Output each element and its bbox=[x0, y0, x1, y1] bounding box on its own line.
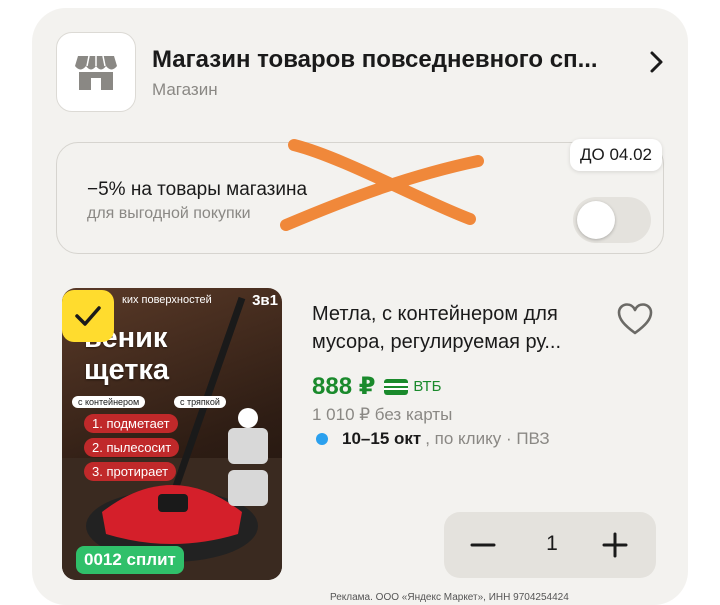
price-without-card: 1 010 ₽ без карты bbox=[312, 405, 453, 424]
image-pill-cloth: с тряпкой bbox=[174, 396, 226, 408]
price-row: 888 ₽ ВТБ bbox=[312, 372, 441, 401]
store-type: Магазин bbox=[152, 80, 218, 99]
chevron-right-icon[interactable] bbox=[647, 48, 667, 76]
split-badge: 0012 сплит bbox=[76, 546, 184, 574]
image-caption-top: ких поверхностей bbox=[122, 294, 212, 306]
quantity-value: 1 bbox=[546, 532, 558, 555]
store-title[interactable]: Магазин товаров повседневного сп... bbox=[152, 46, 642, 74]
promo-subtitle: для выгодной покупки bbox=[87, 205, 251, 222]
card-icon bbox=[384, 378, 409, 395]
date-badge: ДО 04.02 bbox=[570, 139, 663, 171]
ad-disclaimer: Реклама. ООО «Яндекс Маркет», ИНН 970425… bbox=[330, 592, 569, 603]
product-title[interactable]: Метла, с контейнером для мусора, регулир… bbox=[312, 300, 612, 356]
image-pill-container: с контейнером bbox=[72, 396, 146, 408]
image-caption-3in1: 3в1 bbox=[252, 292, 278, 309]
quantity-stepper: 1 bbox=[444, 512, 656, 578]
product-price: 888 ₽ bbox=[312, 373, 376, 400]
image-feature-1: 1. подметает bbox=[84, 414, 178, 433]
delivery-info: 10–15 окт , по клику · ПВЗ bbox=[316, 429, 550, 449]
image-headline-line2: щетка bbox=[84, 354, 170, 386]
store-logo[interactable] bbox=[56, 32, 136, 112]
heart-icon[interactable] bbox=[616, 302, 654, 336]
store-card: Магазин товаров повседневного сп... Мага… bbox=[32, 8, 688, 605]
delivery-dot bbox=[316, 433, 328, 445]
image-feature-2: 2. пылесосит bbox=[84, 438, 180, 457]
plus-icon[interactable] bbox=[600, 532, 630, 558]
image-feature-3: 3. протирает bbox=[84, 462, 177, 481]
check-icon bbox=[75, 306, 101, 326]
shop-icon bbox=[75, 55, 117, 90]
promo-toggle[interactable] bbox=[573, 197, 651, 243]
delivery-date: 10–15 окт bbox=[342, 429, 422, 448]
toggle-knob bbox=[577, 201, 615, 239]
selected-checkbox[interactable] bbox=[62, 290, 114, 342]
bank-label: ВТБ bbox=[413, 378, 442, 395]
minus-icon[interactable] bbox=[468, 532, 498, 558]
promo-title: −5% на товары магазина bbox=[87, 179, 308, 200]
delivery-method: , по клику · ПВЗ bbox=[425, 429, 550, 448]
